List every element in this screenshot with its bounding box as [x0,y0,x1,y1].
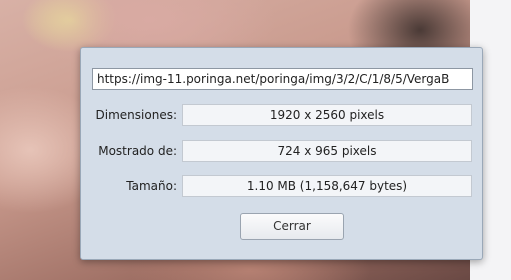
close-button[interactable]: Cerrar [240,213,344,240]
file-size-value: 1.10 MB (1,158,647 bytes) [182,175,472,197]
dimensions-label: Dimensiones: [95,108,177,122]
image-info-dialog: https://img-11.poringa.net/poringa/img/3… [80,47,483,260]
displayed-size-value: 724 x 965 pixels [182,140,472,162]
file-size-label: Tamaño: [126,179,177,193]
displayed-size-label: Mostrado de: [98,144,177,158]
image-url-field[interactable]: https://img-11.poringa.net/poringa/img/3… [92,68,473,90]
dimensions-value: 1920 x 2560 pixels [182,104,472,126]
